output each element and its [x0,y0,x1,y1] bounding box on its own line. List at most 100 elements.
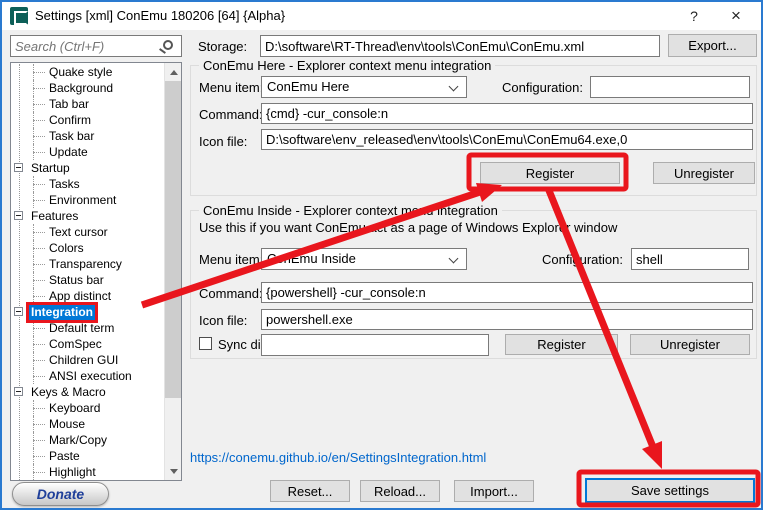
tree-item-label: Children GUI [47,353,120,368]
chevron-down-icon [449,254,459,264]
tree-item-colors[interactable]: Colors [11,240,163,256]
collapse-icon[interactable] [14,307,23,316]
menu-item-select[interactable]: ConEmu Inside [261,248,467,270]
conemu-app-icon [10,7,28,25]
tree-item-confirm[interactable]: Confirm [11,112,163,128]
search-icon [163,40,173,50]
tree-item-tab-bar[interactable]: Tab bar [11,96,163,112]
tree-item-label: Update [47,145,90,160]
sync-dir-input[interactable] [261,334,489,356]
donate-button[interactable]: Donate [12,482,109,506]
icon-file-input[interactable] [261,129,753,150]
tree-item-label: Keyboard [47,401,102,416]
tree-item-quake-style[interactable]: Quake style [11,64,163,80]
unregister-inside-button[interactable]: Unregister [630,334,750,355]
import-button[interactable]: Import... [454,480,534,502]
tree-item-mouse[interactable]: Mouse [11,416,163,432]
tree-item-task-bar[interactable]: Task bar [11,128,163,144]
menu-item-value: ConEmu Here [267,79,349,94]
save-settings-button[interactable]: Save settings [585,478,755,503]
tree-item-label: ComSpec [47,337,104,352]
collapse-icon[interactable] [14,211,23,220]
tree-item-status-bar[interactable]: Status bar [11,272,163,288]
tree-item-label: Task bar [47,129,96,144]
reload-button[interactable]: Reload... [360,480,440,502]
settings-integration-link[interactable]: https://conemu.github.io/en/SettingsInte… [190,450,486,465]
chevron-down-icon [449,82,459,92]
command-input[interactable] [261,282,753,303]
tree-item-ansi-execution[interactable]: ANSI execution [11,368,163,384]
configuration-label: Configuration: [502,80,583,95]
scrollbar-thumb[interactable] [165,81,182,398]
arrowhead-save [642,441,662,469]
tree-item-transparency[interactable]: Transparency [11,256,163,272]
command-input[interactable] [261,103,753,124]
tree-item-label: Quake style [47,65,114,80]
tree-item-comspec[interactable]: ComSpec [11,336,163,352]
export-button[interactable]: Export... [668,34,757,57]
tree-item-label: Paste [47,449,82,464]
search-input[interactable] [15,37,155,55]
menu-item-select[interactable]: ConEmu Here [261,76,467,98]
menu-item-label: Menu item: [199,252,263,267]
tree-item-mark-copy[interactable]: Mark/Copy [11,432,163,448]
titlebar: Settings [xml] ConEmu 180206 [64] {Alpha… [2,2,761,30]
tree-item-tasks[interactable]: Tasks [11,176,163,192]
tree-item-update[interactable]: Update [11,144,163,160]
tree-item-label: Tasks [47,177,82,192]
tree-item-label: Mark/Copy [47,433,109,448]
tree-item-startup[interactable]: Startup [11,160,163,176]
conemu-here-group-title: ConEmu Here - Explorer context menu inte… [199,58,495,73]
tree-item-highlight[interactable]: Highlight [11,464,163,480]
collapse-icon[interactable] [14,163,23,172]
configuration-input[interactable] [631,248,749,270]
close-button[interactable]: × [721,2,751,30]
tree-item-label: Startup [29,161,72,176]
storage-label: Storage: [198,39,247,54]
command-label: Command: [199,286,263,301]
tree-item-children-gui[interactable]: Children GUI [11,352,163,368]
tree-rows: Quake styleBackgroundTab barConfirmTask … [11,64,163,480]
tree-item-label: Status bar [47,273,106,288]
tree-item-app-distinct[interactable]: App distinct [11,288,163,304]
register-here-button[interactable]: Register [480,162,620,184]
tree-item-label: Background [47,81,115,96]
tree-item-features[interactable]: Features [11,208,163,224]
tree-item-paste[interactable]: Paste [11,448,163,464]
unregister-here-button[interactable]: Unregister [653,162,755,184]
tree-item-integration[interactable]: Integration [11,304,163,320]
settings-window: Settings [xml] ConEmu 180206 [64] {Alpha… [0,0,763,510]
scroll-down-icon[interactable] [165,463,182,480]
tree-item-default-term[interactable]: Default term [11,320,163,336]
tree-scrollbar[interactable] [164,63,181,480]
sync-dir-checkbox[interactable] [199,337,212,350]
tree-item-label: Default term [47,321,116,336]
tree-item-label: Text cursor [47,225,110,240]
collapse-icon[interactable] [14,387,23,396]
tree-item-label: Features [29,209,80,224]
icon-file-label: Icon file: [199,313,247,328]
tree-item-label: ANSI execution [47,369,134,384]
tree-item-keys-macro[interactable]: Keys & Macro [11,384,163,400]
tree-item-keyboard[interactable]: Keyboard [11,400,163,416]
register-inside-button[interactable]: Register [505,334,618,355]
tree-item-text-cursor[interactable]: Text cursor [11,224,163,240]
conemu-inside-group-title: ConEmu Inside - Explorer context menu in… [199,203,502,218]
tree-item-label: Environment [47,193,118,208]
configuration-input[interactable] [590,76,750,98]
settings-tree: Quake styleBackgroundTab barConfirmTask … [10,62,182,481]
tree-item-background[interactable]: Background [11,80,163,96]
conemu-inside-group: ConEmu Inside - Explorer context menu in… [190,210,757,359]
storage-input[interactable] [260,35,660,57]
tree-item-label: Colors [47,241,86,256]
tree-item-environment[interactable]: Environment [11,192,163,208]
scroll-up-icon[interactable] [165,63,182,80]
icon-file-label: Icon file: [199,134,247,149]
tree-item-label: Tab bar [47,97,91,112]
reset-button[interactable]: Reset... [270,480,350,502]
help-button[interactable]: ? [679,2,709,30]
sync-dir-label: Sync dir [218,337,265,352]
window-title: Settings [xml] ConEmu 180206 [64] {Alpha… [35,2,285,30]
configuration-label: Configuration: [542,252,623,267]
icon-file-input[interactable] [261,309,753,330]
